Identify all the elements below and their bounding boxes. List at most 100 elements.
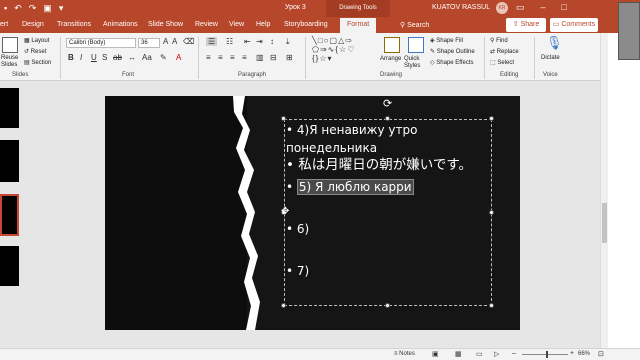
save-icon[interactable]: ▪ [4, 3, 7, 13]
zoom-out-icon[interactable]: – [512, 350, 516, 357]
normal-view-icon[interactable]: ▣ [432, 350, 439, 358]
share-button[interactable]: ⇧ Share [506, 18, 546, 32]
zoom-level[interactable]: 66% [578, 351, 590, 357]
shape-fill-button[interactable]: ◈ Shape Fill [430, 37, 463, 44]
comments-button[interactable]: ▭ Comments [550, 18, 598, 32]
grow-font-icon[interactable]: A [163, 37, 168, 46]
find-button[interactable]: ⚲ Find [490, 37, 508, 44]
undo-icon[interactable]: ↶ [14, 3, 22, 13]
align-left-icon[interactable]: ≡ [206, 53, 211, 62]
shape-effects-button[interactable]: ◇ Shape Effects [430, 59, 474, 66]
reuse-slides-icon[interactable] [2, 37, 18, 53]
slide-thumbnail[interactable] [0, 246, 19, 286]
vertical-scrollbar[interactable] [600, 33, 608, 348]
shapes-gallery[interactable]: ╲□○▢△⇨ ⬠⇒∿{☆♡ {}☆▾ [312, 36, 374, 66]
numbering-icon[interactable]: ☷ [226, 37, 233, 46]
italic-icon[interactable]: I [80, 53, 82, 62]
customize-qat-icon[interactable]: ▾ [59, 3, 64, 13]
resize-handle[interactable] [489, 116, 494, 121]
bullet-line[interactable]: • 6) [286, 222, 309, 236]
clear-formatting-icon[interactable]: ⌫ [183, 37, 194, 46]
justify-icon[interactable]: ≡ [242, 53, 247, 62]
star-shape-icon[interactable]: ☆ [339, 45, 347, 54]
tab-transitions[interactable]: Transitions [57, 21, 91, 28]
avatar[interactable]: KR [496, 2, 508, 14]
minimize-icon[interactable]: – [541, 2, 546, 13]
font-name-combo[interactable]: Calibri (Body) [66, 38, 136, 48]
line-spacing-icon[interactable]: ↕ [270, 37, 274, 46]
quick-styles-icon[interactable] [408, 37, 424, 53]
text-direction-icon[interactable]: ⤓ [286, 37, 290, 47]
tab-insert[interactable]: ert [0, 21, 8, 28]
font-color-icon[interactable]: A [176, 53, 181, 62]
replace-button[interactable]: ⇄ Replace [490, 48, 519, 55]
redo-icon[interactable]: ↷ [29, 3, 37, 13]
slide-thumbnail[interactable] [0, 88, 19, 128]
bullet-line[interactable]: • 私は月曜日の朝が嫌いです。 [286, 156, 472, 174]
notes-button[interactable]: ≡ Notes [394, 351, 415, 357]
smartart-icon[interactable]: ⊞ [286, 53, 293, 62]
bullet-line[interactable]: • 7) [286, 264, 309, 278]
reuse-slides-button[interactable]: Reuse Slides [1, 55, 21, 69]
zoom-slider[interactable] [522, 354, 568, 355]
quick-styles-button[interactable]: Quick Styles [404, 56, 428, 70]
user-name[interactable]: KUATOV RASSUL [432, 4, 490, 11]
align-right-icon[interactable]: ≡ [230, 53, 235, 62]
resize-handle[interactable] [489, 210, 494, 215]
resize-handle[interactable] [489, 303, 494, 308]
bullets-icon[interactable]: ☰ [206, 37, 218, 46]
maximize-icon[interactable]: □ [562, 2, 567, 13]
font-size-combo[interactable]: 36 [138, 38, 160, 48]
present-icon[interactable]: ▣ [43, 3, 52, 13]
slide-sorter-icon[interactable]: ▦ [455, 350, 462, 358]
layout-button[interactable]: ▦ Layout [24, 37, 49, 44]
highlight-icon[interactable]: ✎ [160, 53, 167, 62]
slide-thumbnail-selected[interactable] [0, 194, 19, 236]
tab-design[interactable]: Design [22, 21, 44, 28]
zoom-slider-thumb[interactable] [546, 351, 548, 358]
tab-help[interactable]: Help [256, 21, 270, 28]
bullet-line[interactable]: • 4)Я ненавижу утро понедельника [286, 121, 476, 157]
microphone-icon[interactable]: 🎙 [546, 35, 563, 51]
strikethrough-icon[interactable]: ab [113, 53, 122, 62]
shadow-icon[interactable]: S [102, 53, 107, 62]
decrease-indent-icon[interactable]: ⇤ [244, 37, 251, 46]
zoom-in-icon[interactable]: + [570, 350, 574, 357]
section-button[interactable]: ▤ Section [24, 59, 51, 66]
dictate-button[interactable]: Dictate [541, 55, 560, 61]
star-alt-shape-icon[interactable]: ☆ [319, 54, 327, 63]
columns-icon[interactable]: ▥ [256, 53, 264, 62]
tab-slide-show[interactable]: Slide Show [148, 21, 183, 28]
reading-view-icon[interactable]: ▭ [476, 350, 483, 358]
resize-handle[interactable] [385, 303, 390, 308]
align-center-icon[interactable]: ≡ [218, 53, 223, 62]
tab-view[interactable]: View [229, 21, 244, 28]
underline-icon[interactable]: U [91, 53, 97, 62]
arrange-button[interactable]: Arrange [380, 56, 401, 62]
reset-button[interactable]: ↺ Reset [24, 48, 46, 55]
increase-indent-icon[interactable]: ⇥ [256, 37, 263, 46]
bold-icon[interactable]: B [68, 53, 74, 62]
fit-slide-icon[interactable]: ⊡ [598, 350, 604, 358]
scrollbar-thumb[interactable] [602, 203, 607, 243]
pentagon-shape-icon[interactable]: ⬠ [312, 45, 320, 54]
tab-format[interactable]: Format [340, 18, 377, 33]
tab-storyboarding[interactable]: Storyboarding [284, 21, 328, 28]
tab-review[interactable]: Review [195, 21, 218, 28]
align-text-icon[interactable]: ⊟ [270, 53, 277, 62]
bullet-line[interactable]: • 5) Я люблю карри [286, 178, 414, 196]
heart-shape-icon[interactable]: ♡ [347, 45, 355, 54]
rotate-handle-icon[interactable]: ⟳ [383, 97, 392, 110]
shape-outline-button[interactable]: ✎ Shape Outline [430, 48, 475, 55]
shrink-font-icon[interactable]: A [172, 37, 177, 46]
slide-thumbnail[interactable] [0, 140, 19, 182]
right-arrow-shape-icon[interactable]: ⇒ [320, 45, 328, 54]
select-button[interactable]: ⬚ Select [490, 59, 514, 66]
arrow-shape-icon[interactable]: ⇨ [345, 36, 353, 45]
ribbon-display-icon[interactable]: ▭ [516, 2, 525, 13]
slideshow-view-icon[interactable]: ▷ [494, 350, 499, 358]
tab-animations[interactable]: Animations [103, 21, 138, 28]
character-spacing-icon[interactable]: ↔ [128, 53, 136, 62]
arrange-icon[interactable] [384, 37, 400, 53]
rounded-rect-shape-icon[interactable]: ▢ [330, 36, 339, 45]
